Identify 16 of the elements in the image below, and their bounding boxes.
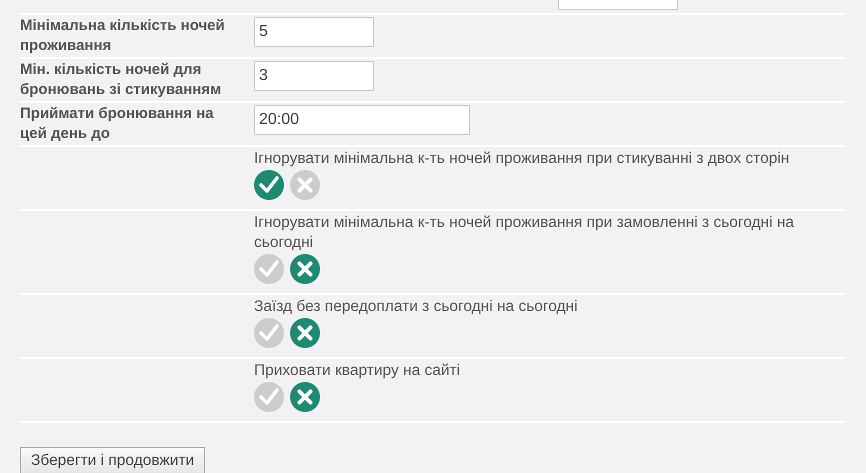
option-label: Заїзд без передоплати з сьогодні на сьогодні	[254, 297, 579, 317]
check-icon[interactable]	[254, 382, 284, 412]
close-icon[interactable]	[290, 382, 320, 412]
input-field[interactable]: 20:00	[254, 105, 470, 135]
input-field[interactable]	[558, 0, 678, 10]
close-icon[interactable]	[290, 318, 320, 348]
option-label: Ігнорувати мінімальна к-ть ночей проживання при стикуванні з двох сторін	[254, 149, 790, 169]
check-icon[interactable]	[254, 170, 284, 200]
input-field[interactable]: 5	[254, 17, 374, 47]
close-icon[interactable]	[290, 254, 320, 284]
check-icon[interactable]	[254, 254, 284, 284]
input-field[interactable]: 3	[254, 61, 374, 91]
save-button[interactable]: Зберегти і продовжити	[20, 447, 206, 473]
check-icon[interactable]	[254, 318, 284, 348]
option-label: Ігнорувати мінімальна к-ть ночей проживання при замовленні з сьогодні на сьогодні	[254, 213, 796, 253]
option-label: Приховати квартиру на сайті	[254, 361, 462, 381]
